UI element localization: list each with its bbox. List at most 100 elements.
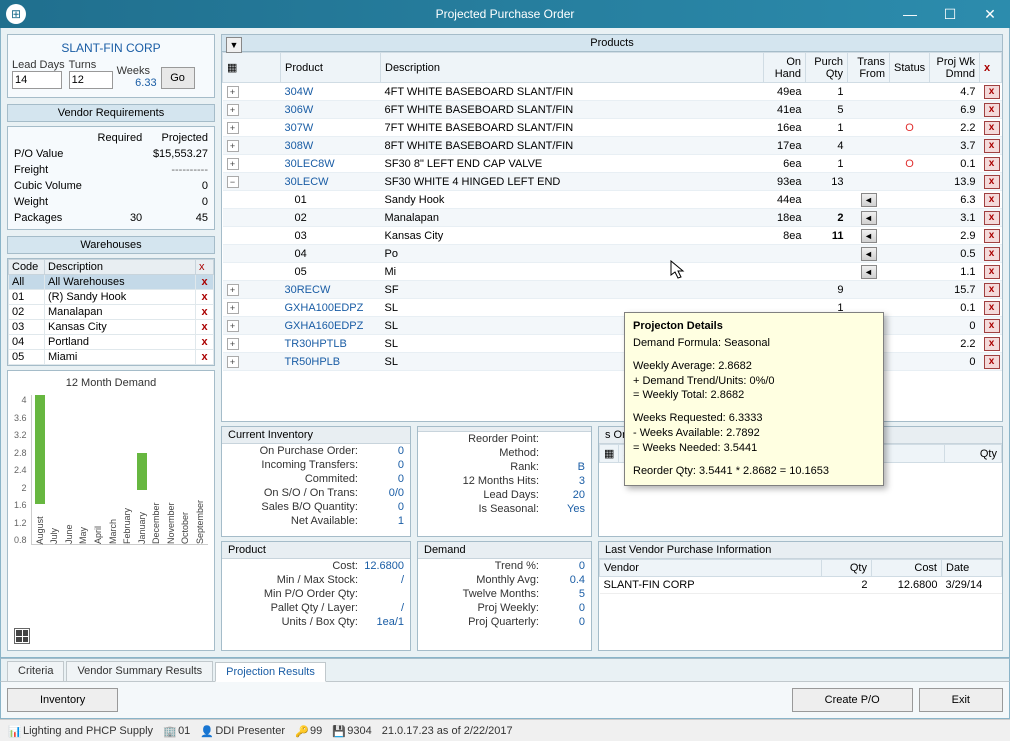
transfer-arrow-icon[interactable]: ◄: [861, 265, 877, 279]
remove-row-button[interactable]: x: [984, 85, 1000, 99]
turns-input[interactable]: [69, 71, 113, 89]
vendor-name: SLANT-FIN CORP: [12, 39, 210, 59]
expand-icon[interactable]: +: [227, 86, 239, 98]
expand-icon[interactable]: +: [227, 158, 239, 170]
chart-grid-icon[interactable]: [14, 628, 30, 644]
remove-row-button[interactable]: x: [984, 283, 1000, 297]
col-delete[interactable]: x: [980, 53, 1002, 83]
expand-icon[interactable]: +: [227, 104, 239, 116]
projection-tooltip: Projecton Details Demand Formula: Season…: [624, 312, 884, 486]
minimize-button[interactable]: —: [890, 0, 930, 28]
last-vendor-row[interactable]: SLANT-FIN CORP 2 12.6800 3/29/14: [600, 576, 1002, 593]
delete-warehouse-button[interactable]: x: [196, 290, 214, 305]
col-proj-dmnd[interactable]: Proj Wk Dmnd: [930, 53, 980, 83]
warehouse-row[interactable]: 01(R) Sandy Hookx: [9, 290, 214, 305]
remove-row-button[interactable]: x: [984, 211, 1000, 225]
warehouses-header: Warehouses: [7, 236, 215, 254]
warehouse-row[interactable]: 05Miamix: [9, 350, 214, 365]
exit-button[interactable]: Exit: [919, 688, 1003, 712]
product-row[interactable]: +304W4FT WHITE BASEBOARD SLANT/FIN49ea14…: [223, 83, 1002, 101]
col-qty[interactable]: Qty: [944, 445, 1001, 463]
remove-row-button[interactable]: x: [984, 157, 1000, 171]
expand-icon[interactable]: +: [227, 356, 239, 368]
filter-button[interactable]: ▼: [226, 37, 242, 53]
delete-warehouse-button[interactable]: x: [196, 305, 214, 320]
info-row: Lead Days:20: [418, 488, 591, 502]
delete-warehouse-button[interactable]: x: [196, 275, 214, 290]
chart-bar: December: [150, 395, 163, 544]
col-onhand[interactable]: On Hand: [764, 53, 806, 83]
remove-row-button[interactable]: x: [984, 265, 1000, 279]
maximize-button[interactable]: ☐: [930, 0, 970, 28]
expand-icon[interactable]: −: [227, 176, 239, 188]
tab-summary[interactable]: Vendor Summary Results: [66, 661, 213, 681]
expand-icon[interactable]: +: [227, 338, 239, 350]
col-description[interactable]: Description: [381, 53, 764, 83]
tab-criteria[interactable]: Criteria: [7, 661, 64, 681]
product-subrow[interactable]: 02Manalapan18ea2◄3.1x: [223, 209, 1002, 227]
col-trans-from[interactable]: Trans From: [848, 53, 890, 83]
remove-row-button[interactable]: x: [984, 247, 1000, 261]
warehouse-row[interactable]: 04Portlandx: [9, 335, 214, 350]
product-subrow[interactable]: 04Po◄0.5x: [223, 245, 1002, 263]
expand-icon[interactable]: +: [227, 284, 239, 296]
transfer-arrow-icon[interactable]: ◄: [861, 229, 877, 243]
remove-row-button[interactable]: x: [984, 337, 1000, 351]
remove-row-button[interactable]: x: [984, 229, 1000, 243]
remove-row-button[interactable]: x: [984, 193, 1000, 207]
product-row[interactable]: +GXHA100EDPZSL10.1x: [223, 299, 1002, 317]
product-row[interactable]: +307W7FT WHITE BASEBOARD SLANT/FIN16ea1O…: [223, 119, 1002, 137]
remove-row-button[interactable]: x: [984, 319, 1000, 333]
lead-days-input[interactable]: [12, 71, 62, 89]
weeks-label: Weeks: [117, 65, 157, 77]
requirement-row: Weight0: [12, 195, 210, 209]
warehouse-row[interactable]: AllAll Warehousesx: [9, 275, 214, 290]
requirement-row: Packages3045: [12, 211, 210, 225]
weeks-value: 6.33: [117, 77, 157, 89]
chart-title: 12 Month Demand: [14, 377, 208, 395]
product-row[interactable]: +TR50HPLBSL0x: [223, 353, 1002, 371]
remove-row-button[interactable]: x: [984, 121, 1000, 135]
product-row[interactable]: +GXHA160EDPZSL10x: [223, 317, 1002, 335]
col-product[interactable]: Product: [281, 53, 381, 83]
go-button[interactable]: Go: [161, 67, 195, 89]
product-row[interactable]: +30RECWSF915.7x: [223, 281, 1002, 299]
col-vendor[interactable]: Vendor: [600, 559, 822, 576]
product-row[interactable]: +30LEC8WSF30 8" LEFT END CAP VALVE6ea1O0…: [223, 155, 1002, 173]
expand-icon[interactable]: +: [227, 302, 239, 314]
col-status[interactable]: Status: [890, 53, 930, 83]
transfer-arrow-icon[interactable]: ◄: [861, 193, 877, 207]
delete-warehouse-button[interactable]: x: [196, 335, 214, 350]
vendor-panel: SLANT-FIN CORP Lead Days Turns Weeks 6.3…: [7, 34, 215, 98]
remove-row-button[interactable]: x: [984, 103, 1000, 117]
remove-row-button[interactable]: x: [984, 355, 1000, 369]
delete-warehouse-button[interactable]: x: [196, 320, 214, 335]
product-subrow[interactable]: 05Mi◄1.1x: [223, 263, 1002, 281]
product-row[interactable]: +TR30HPTLBSL82.2x: [223, 335, 1002, 353]
user-icon: 👤: [200, 725, 212, 737]
product-row[interactable]: −30LECWSF30 WHITE 4 HINGED LEFT END93ea1…: [223, 173, 1002, 191]
col-purch-qty[interactable]: Purch Qty: [806, 53, 848, 83]
warehouse-row[interactable]: 02Manalapanx: [9, 305, 214, 320]
create-po-button[interactable]: Create P/O: [792, 688, 913, 712]
warehouse-row[interactable]: 03Kansas Cityx: [9, 320, 214, 335]
product-row[interactable]: +308W8FT WHITE BASEBOARD SLANT/FIN17ea43…: [223, 137, 1002, 155]
product-subrow[interactable]: 01Sandy Hook44ea◄6.3x: [223, 191, 1002, 209]
info-row: Pallet Qty / Layer:/: [222, 601, 410, 615]
transfer-arrow-icon[interactable]: ◄: [861, 247, 877, 261]
close-button[interactable]: ✕: [970, 0, 1010, 28]
expand-icon[interactable]: +: [227, 122, 239, 134]
window-title: Projected Purchase Order: [436, 7, 575, 21]
remove-row-button[interactable]: x: [984, 139, 1000, 153]
products-panel: ▼ Products ▦ Product Description On Hand: [221, 34, 1003, 422]
expand-icon[interactable]: +: [227, 140, 239, 152]
inventory-button[interactable]: Inventory: [7, 688, 118, 712]
product-subrow[interactable]: 03Kansas City8ea11◄2.9x: [223, 227, 1002, 245]
transfer-arrow-icon[interactable]: ◄: [861, 211, 877, 225]
expand-icon[interactable]: +: [227, 320, 239, 332]
product-row[interactable]: +306W6FT WHITE BASEBOARD SLANT/FIN41ea56…: [223, 101, 1002, 119]
delete-warehouse-button[interactable]: x: [196, 350, 214, 365]
remove-row-button[interactable]: x: [984, 175, 1000, 189]
remove-row-button[interactable]: x: [984, 301, 1000, 315]
tab-projection[interactable]: Projection Results: [215, 662, 326, 682]
